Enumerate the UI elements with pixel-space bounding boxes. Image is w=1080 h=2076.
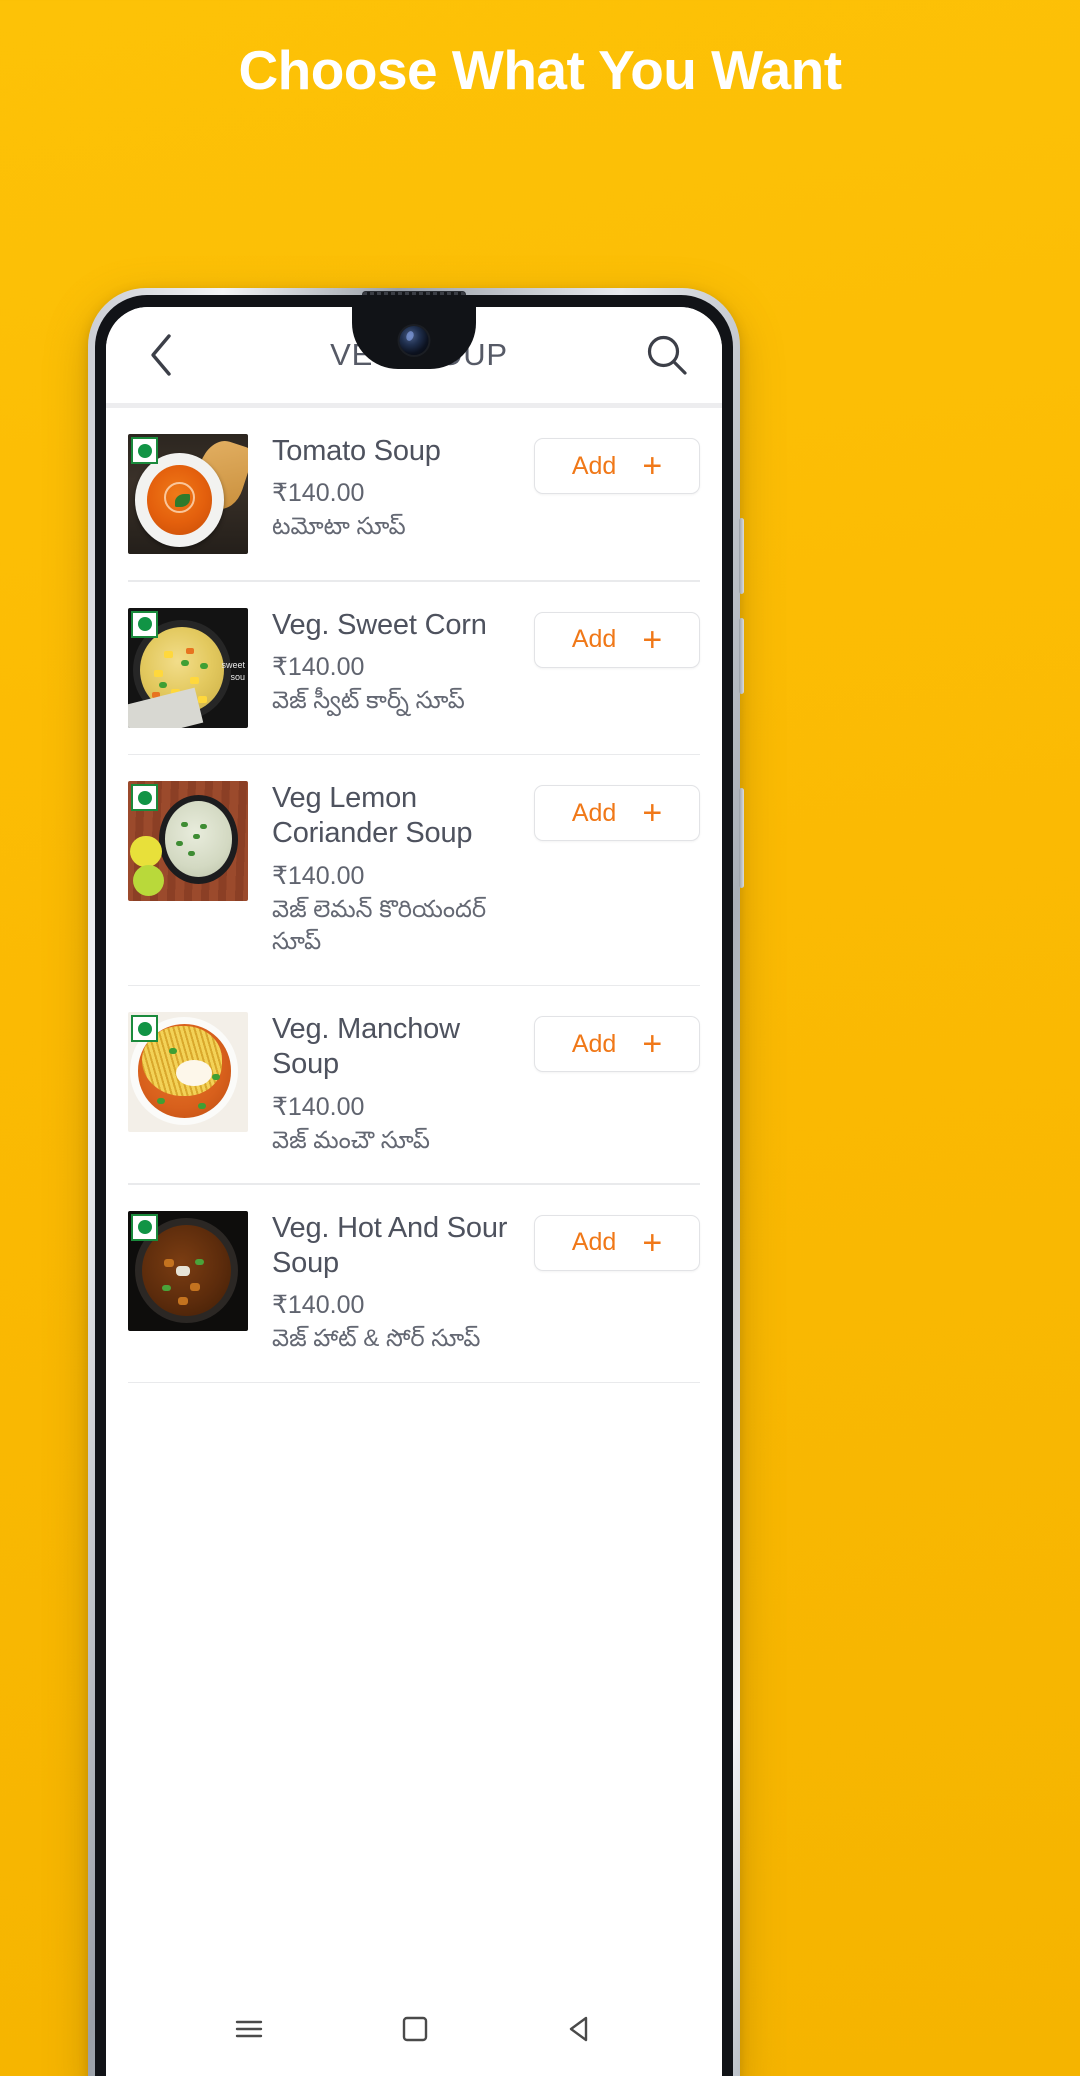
item-name: Tomato Soup (272, 435, 441, 467)
volume-down-button[interactable] (739, 618, 744, 694)
add-button-label: Add (571, 798, 617, 827)
add-button-label: Add (571, 1029, 617, 1058)
item-name: Veg. Manchow Soup (272, 1013, 460, 1081)
item-details: Veg. Sweet Corn ₹140.00 వెజ్ స్వీట్ కార్… (248, 608, 534, 718)
add-button-label: Add (571, 1228, 617, 1257)
item-native-name: వెజ్ మంచౌ సూప్ (272, 1126, 430, 1154)
veg-indicator-icon (131, 610, 158, 638)
item-name: Veg. Hot And Sour Soup (272, 1211, 508, 1280)
display-notch (352, 307, 476, 369)
veg-indicator-icon (131, 1015, 158, 1043)
item-details: Tomato Soup ₹140.00 టమోటా సూప్ (248, 434, 534, 544)
system-back-button[interactable] (565, 2014, 595, 2044)
phone-device-frame: VEG. SOUP (88, 288, 744, 2076)
chevron-left-icon (151, 334, 171, 376)
search-icon (647, 335, 687, 375)
back-triangle-icon (569, 2016, 587, 2042)
item-details: Veg. Hot And Sour Soup ₹140.00 వెజ్ హాట్… (248, 1211, 534, 1356)
search-button[interactable] (638, 326, 696, 384)
power-button[interactable] (739, 788, 744, 888)
phone-bezel: VEG. SOUP (95, 295, 733, 2076)
menu-item-row[interactable]: Veg. Manchow Soup ₹140.00 వెజ్ మంచౌ సూప్… (106, 986, 722, 1157)
item-price: ₹140.00 (272, 1092, 365, 1121)
item-details: Veg. Manchow Soup ₹140.00 వెజ్ మంచౌ సూప్ (248, 1012, 534, 1157)
item-native-name: వెజ్ స్వీట్ కార్న్ సూప్ (272, 686, 465, 714)
veg-indicator-icon (131, 437, 158, 464)
item-native-name: వెజ్ లెమన్ కొరియందర్ సూప్ (272, 895, 487, 956)
item-thumbnail (128, 1210, 248, 1331)
item-thumbnail (128, 781, 248, 901)
add-button[interactable]: Add + (534, 611, 700, 668)
item-details: Veg Lemon Coriander Soup ₹140.00 వెజ్ లె… (248, 781, 534, 959)
back-button[interactable] (132, 326, 190, 384)
menu-item-row[interactable]: Veg Lemon Coriander Soup ₹140.00 వెజ్ లె… (106, 755, 722, 959)
menu-item-row[interactable]: Veg. Hot And Sour Soup ₹140.00 వెజ్ హాట్… (106, 1185, 722, 1356)
add-button[interactable]: Add + (534, 438, 700, 494)
add-button[interactable]: Add + (534, 1016, 700, 1073)
add-button-label: Add (571, 625, 617, 653)
item-price: ₹140.00 (272, 479, 365, 508)
item-price: ₹140.00 (272, 652, 365, 681)
menu-item-list[interactable]: Tomato Soup ₹140.00 టమోటా సూప్ Add + swe… (106, 408, 722, 1384)
home-button[interactable] (400, 2014, 430, 2044)
row-divider (128, 1381, 700, 1384)
menu-item-row[interactable]: Tomato Soup ₹140.00 టమోటా సూప్ Add + (106, 408, 722, 554)
item-native-name: వెజ్ హాట్ & సోర్ సూప్ (272, 1325, 481, 1353)
item-name: Veg Lemon Coriander Soup (272, 782, 473, 850)
menu-lines-icon (236, 2020, 263, 2038)
add-button[interactable]: Add + (534, 785, 700, 841)
item-thumbnail (128, 434, 248, 554)
add-button-label: Add (571, 451, 617, 480)
menu-item-row[interactable]: sweet sou Veg. Sweet Corn ₹140.00 వెజ్ స్… (106, 582, 722, 728)
home-square-icon (402, 2016, 428, 2042)
item-price: ₹140.00 (272, 1291, 365, 1320)
volume-up-button[interactable] (739, 518, 744, 594)
promo-headline: Choose What You Want (238, 39, 842, 101)
item-thumbnail: sweet sou (128, 607, 248, 728)
item-native-name: టమోటా సూప్ (272, 513, 406, 541)
veg-indicator-icon (131, 1213, 158, 1241)
recents-button[interactable] (233, 2013, 265, 2045)
item-price: ₹140.00 (272, 861, 365, 890)
add-button[interactable]: Add + (534, 1214, 700, 1271)
phone-screen: VEG. SOUP (106, 307, 722, 2076)
item-thumbnail (128, 1012, 248, 1133)
item-name: Veg. Sweet Corn (272, 608, 487, 641)
front-camera-icon (399, 326, 429, 355)
veg-indicator-icon (131, 784, 158, 811)
android-navigation-bar (106, 1977, 722, 2076)
